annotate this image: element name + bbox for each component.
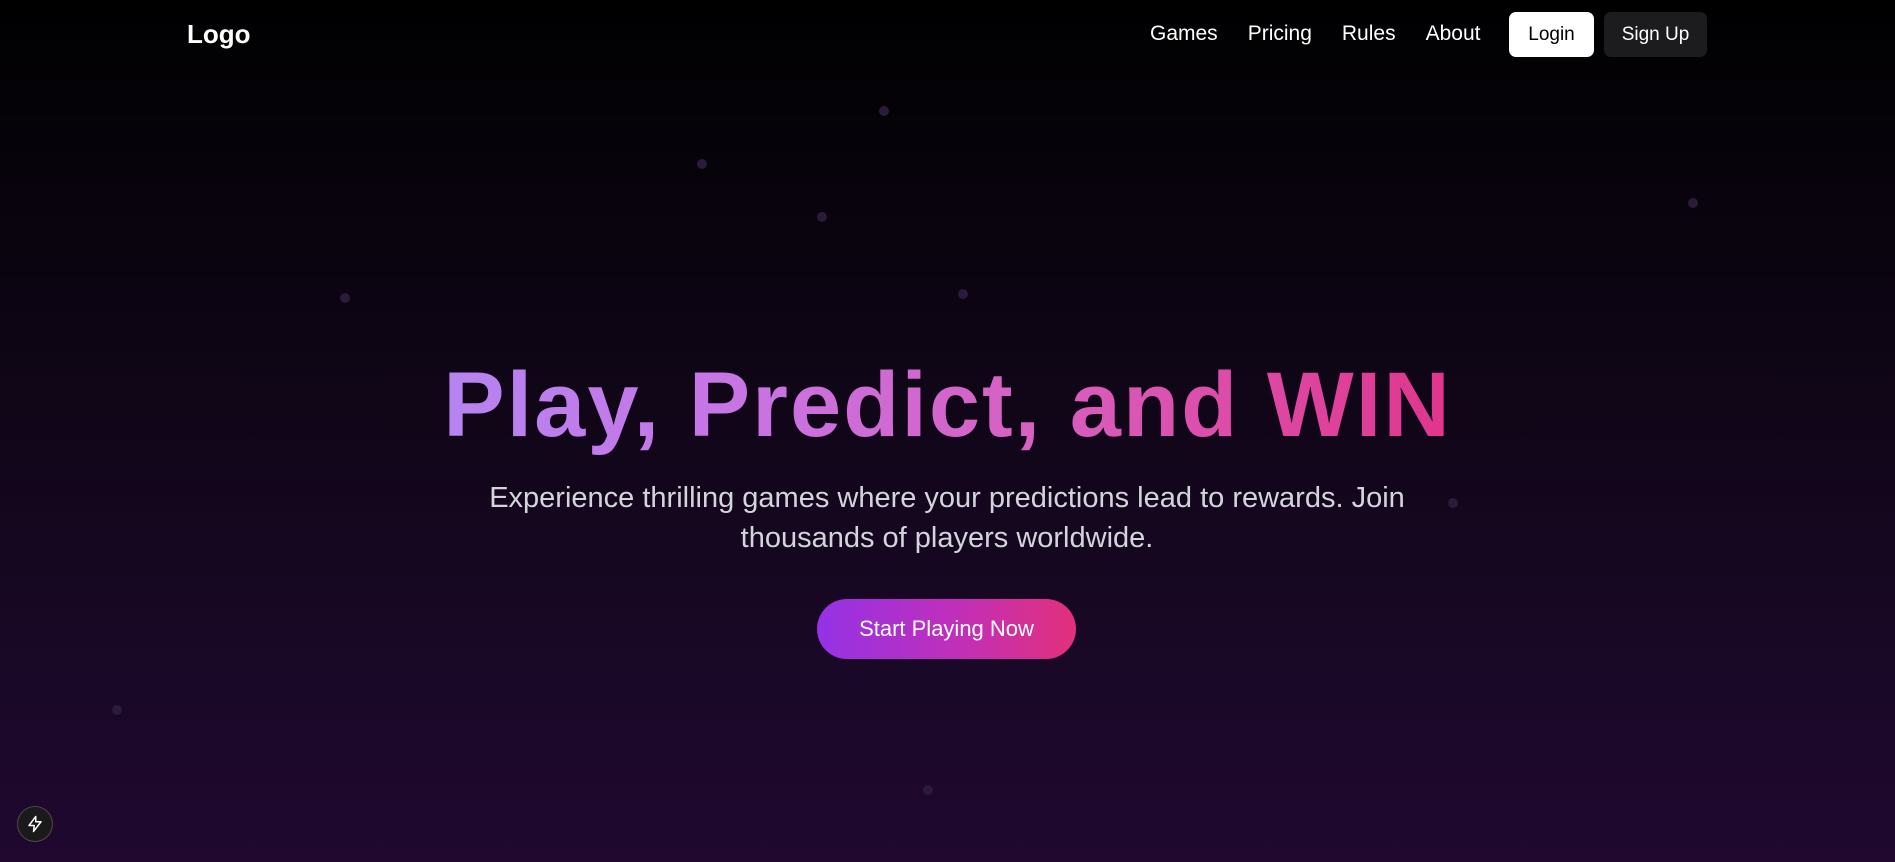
signup-button[interactable]: Sign Up	[1604, 12, 1707, 57]
particle-dot	[817, 212, 827, 222]
nav-links: Games Pricing Rules About	[1150, 22, 1480, 46]
particle-dot	[1688, 198, 1698, 208]
particle-dot	[879, 106, 889, 116]
hero-title: Play, Predict, and WIN	[0, 350, 1895, 460]
hero-subtitle: Experience thrilling games where your pr…	[489, 482, 1405, 554]
top-navbar: Logo Games Pricing Rules About Login Sig…	[0, 0, 1895, 68]
particle-dot	[1448, 498, 1458, 508]
particle-dot	[923, 785, 933, 795]
particle-dot	[958, 289, 968, 299]
particle-dot	[112, 705, 122, 715]
login-button[interactable]: Login	[1509, 12, 1594, 57]
start-playing-button[interactable]: Start Playing Now	[817, 599, 1076, 659]
logo[interactable]: Logo	[187, 19, 251, 50]
floating-action-button[interactable]	[17, 806, 53, 842]
nav-link-about[interactable]: About	[1426, 22, 1481, 46]
lightning-bolt-icon	[28, 815, 42, 833]
nav-link-pricing[interactable]: Pricing	[1248, 22, 1312, 46]
nav-link-rules[interactable]: Rules	[1342, 22, 1396, 46]
nav-link-games[interactable]: Games	[1150, 22, 1218, 46]
particle-dot	[340, 293, 350, 303]
hero-title-text: Play, Predict, and WIN	[443, 354, 1452, 456]
particle-dot	[697, 159, 707, 169]
